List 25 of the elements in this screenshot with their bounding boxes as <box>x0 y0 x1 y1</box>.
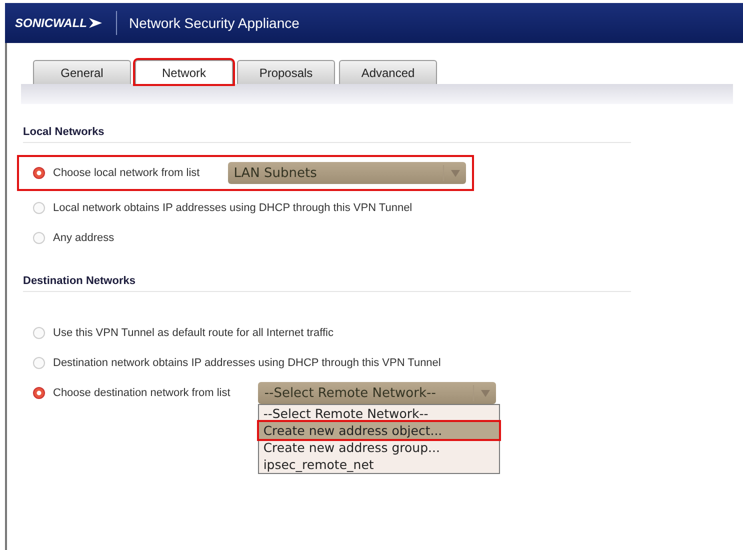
option-label: Destination network obtains IP addresses using DHCP through this VPN Tunnel <box>53 357 441 369</box>
radio-button[interactable] <box>33 167 45 179</box>
swoosh-icon <box>88 16 104 30</box>
logo: SONICWALL <box>15 16 87 30</box>
dropdown-option[interactable]: ipsec_remote_net <box>259 456 500 473</box>
dropdown-select[interactable]: LAN Subnets <box>228 162 466 184</box>
dropdown-select[interactable]: --Select Remote Network-- <box>258 382 496 404</box>
caret-icon <box>442 165 460 181</box>
tab[interactable]: Advanced <box>339 60 437 84</box>
tab[interactable]: Network <box>135 60 233 84</box>
option-label: Any address <box>53 232 114 244</box>
dropdown-option[interactable]: --Select Remote Network-- <box>259 405 500 422</box>
option-label: Choose destination network from list <box>53 387 230 399</box>
option-label: Use this VPN Tunnel as default route for all Internet traffic <box>53 327 334 339</box>
option-label: Local network obtains IP addresses using DHCP through this VPN Tunnel <box>53 202 412 214</box>
caret-icon <box>473 385 490 401</box>
section-heading: Local Networks <box>23 126 631 143</box>
section-heading: Destination Networks <box>23 275 631 292</box>
dropdown-option[interactable]: Create new address object... <box>259 422 500 439</box>
option-label: Choose local network from list <box>53 167 200 179</box>
dropdown-option[interactable]: Create new address group... <box>259 439 500 456</box>
app-title: Network Security Appliance <box>129 15 300 31</box>
tab[interactable]: General <box>33 60 131 84</box>
radio-button[interactable] <box>33 387 45 399</box>
tab[interactable]: Proposals <box>237 60 335 84</box>
